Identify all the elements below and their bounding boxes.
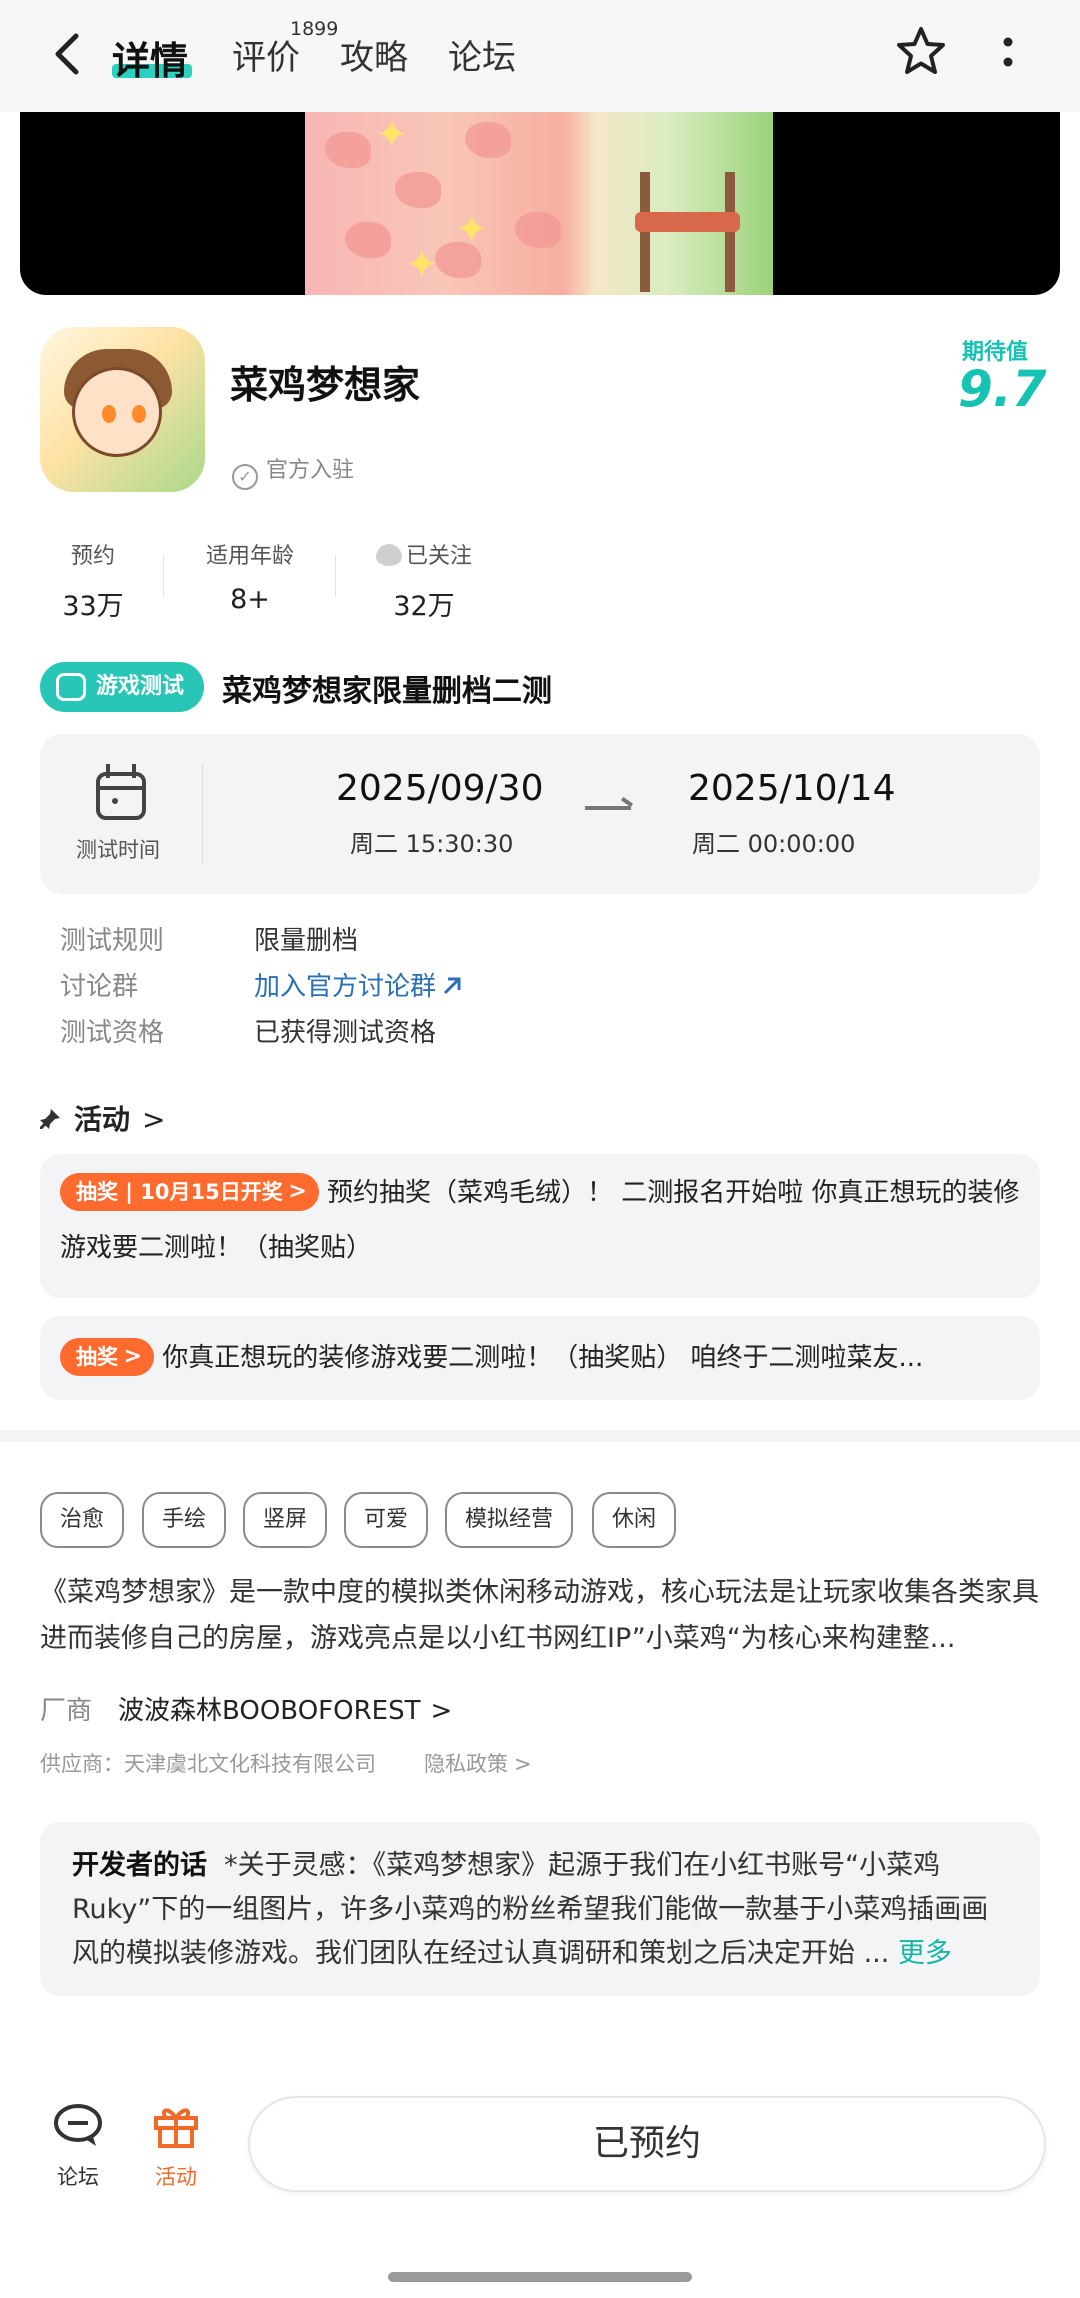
vendor-link[interactable]: 波波森林BOOBOFOREST > [118, 1690, 452, 1727]
stat-reservations: 预约 33万 [62, 544, 124, 622]
official-badge: ✓ 官方入驻 [232, 452, 354, 490]
chevron-right-icon: > [142, 1103, 166, 1136]
start-date: 2025/09/30 [336, 768, 544, 809]
forum-button[interactable]: 论坛 [38, 2102, 118, 2191]
hero-banner[interactable]: ✦ ✦ ✦ [20, 112, 1060, 295]
review-count: 1899 [290, 18, 339, 40]
tab-forum[interactable]: 论坛 [448, 30, 516, 79]
game-test-badge: 游戏测试 [40, 662, 204, 712]
developer-note-card[interactable]: 开发者的话 *关于灵感：《菜鸡梦想家》起源于我们在小红书账号“小菜鸡Ruky”下… [40, 1822, 1040, 1996]
chat-bubble-icon [54, 2104, 102, 2146]
tag-chip[interactable]: 可爱 [344, 1492, 429, 1548]
join-group-link[interactable]: 加入官方讨论群 [254, 966, 464, 1003]
chevron-right-icon: > [514, 1752, 532, 1776]
test-qualification-value: 已获得测试资格 [254, 1018, 437, 1048]
top-nav-bar: 详情 评价 1899 攻略 论坛 [0, 0, 1080, 112]
test-time-card: 测试时间 2025/09/30 周二 15:30:30 2025/10/14 周… [40, 734, 1040, 894]
test-title: 菜鸡梦想家限量删档二测 [222, 674, 552, 709]
tag-chip[interactable]: 手绘 [142, 1492, 227, 1548]
pin-icon [40, 1109, 60, 1129]
activity-button[interactable]: 活动 [136, 2102, 216, 2191]
more-link[interactable]: 更多 [898, 1938, 952, 1969]
game-description[interactable]: 《菜鸡梦想家》是一款中度的模拟类休闲移动游戏，核心玩法是让玩家收集各类家具进而装… [40, 1570, 1040, 1662]
reserved-button[interactable]: 已预约 [248, 2096, 1046, 2192]
vendor-label: 厂商 [40, 1696, 93, 1726]
heart-check-icon [375, 544, 402, 566]
home-indicator [388, 2272, 692, 2282]
external-link-icon [443, 977, 461, 995]
activity-card-1[interactable]: 抽奖 | 10月15日开奖 预约抽奖（菜鸡毛绒）！ 二测报名开始啦 你真正想玩的… [40, 1154, 1040, 1298]
test-icon [56, 673, 86, 701]
tag-chip[interactable]: 竖屏 [243, 1492, 328, 1548]
stat-age-rating: 适用年龄 8+ [205, 544, 294, 615]
end-time: 周二 00:00:00 [692, 830, 856, 858]
developer-note-title: 开发者的话 [72, 1850, 207, 1881]
gift-icon [154, 2108, 198, 2148]
privacy-policy-link[interactable]: 隐私政策 > [424, 1748, 532, 1778]
back-arrow-icon[interactable] [48, 30, 88, 78]
tag-chip[interactable]: 治愈 [40, 1492, 125, 1548]
test-rule-value: 限量删档 [254, 926, 359, 956]
star-icon[interactable] [893, 24, 949, 80]
test-time-label: 测试时间 [76, 838, 160, 862]
developer-note-text: *关于灵感：《菜鸡梦想家》起源于我们在小红书账号“小菜鸡Ruky”下的一组图片，… [72, 1850, 989, 1969]
test-qualification-label: 测试资格 [60, 1018, 165, 1048]
expectation-score: 9.7 [958, 360, 1047, 418]
section-divider [0, 1430, 1080, 1442]
tab-guides[interactable]: 攻略 [340, 30, 408, 79]
arrow-right-icon [585, 806, 631, 810]
check-circle-icon: ✓ [232, 464, 258, 490]
calendar-icon [96, 764, 146, 820]
chevron-right-icon: > [430, 1696, 453, 1726]
end-date: 2025/10/14 [688, 768, 896, 809]
app-name: 菜鸡梦想家 [230, 363, 421, 407]
lottery-tag: 抽奖 | 10月15日开奖 [60, 1173, 319, 1211]
tag-chip[interactable]: 休闲 [592, 1492, 677, 1548]
banner-artwork: ✦ ✦ ✦ [305, 112, 773, 295]
lottery-tag: 抽奖 [60, 1338, 154, 1376]
tab-details[interactable]: 详情 [112, 30, 188, 85]
bottom-action-bar: 论坛 活动 已预约 [0, 2080, 1080, 2298]
start-time: 周二 15:30:30 [350, 830, 514, 858]
discussion-group-label: 讨论群 [60, 972, 139, 1002]
more-vertical-icon[interactable] [990, 34, 1026, 74]
app-icon [40, 327, 205, 492]
test-rule-label: 测试规则 [60, 926, 165, 956]
activity-header[interactable]: 活动 > [40, 1098, 165, 1138]
stat-followers[interactable]: 已关注 32万 [372, 538, 476, 623]
activity-card-2[interactable]: 抽奖 你真正想玩的装修游戏要二测啦！（抽奖贴） 咱终于二测啦菜友... [40, 1316, 1040, 1400]
supplier-text: 供应商：天津虞北文化科技有限公司 [40, 1752, 376, 1776]
tag-chip[interactable]: 模拟经营 [445, 1492, 574, 1548]
